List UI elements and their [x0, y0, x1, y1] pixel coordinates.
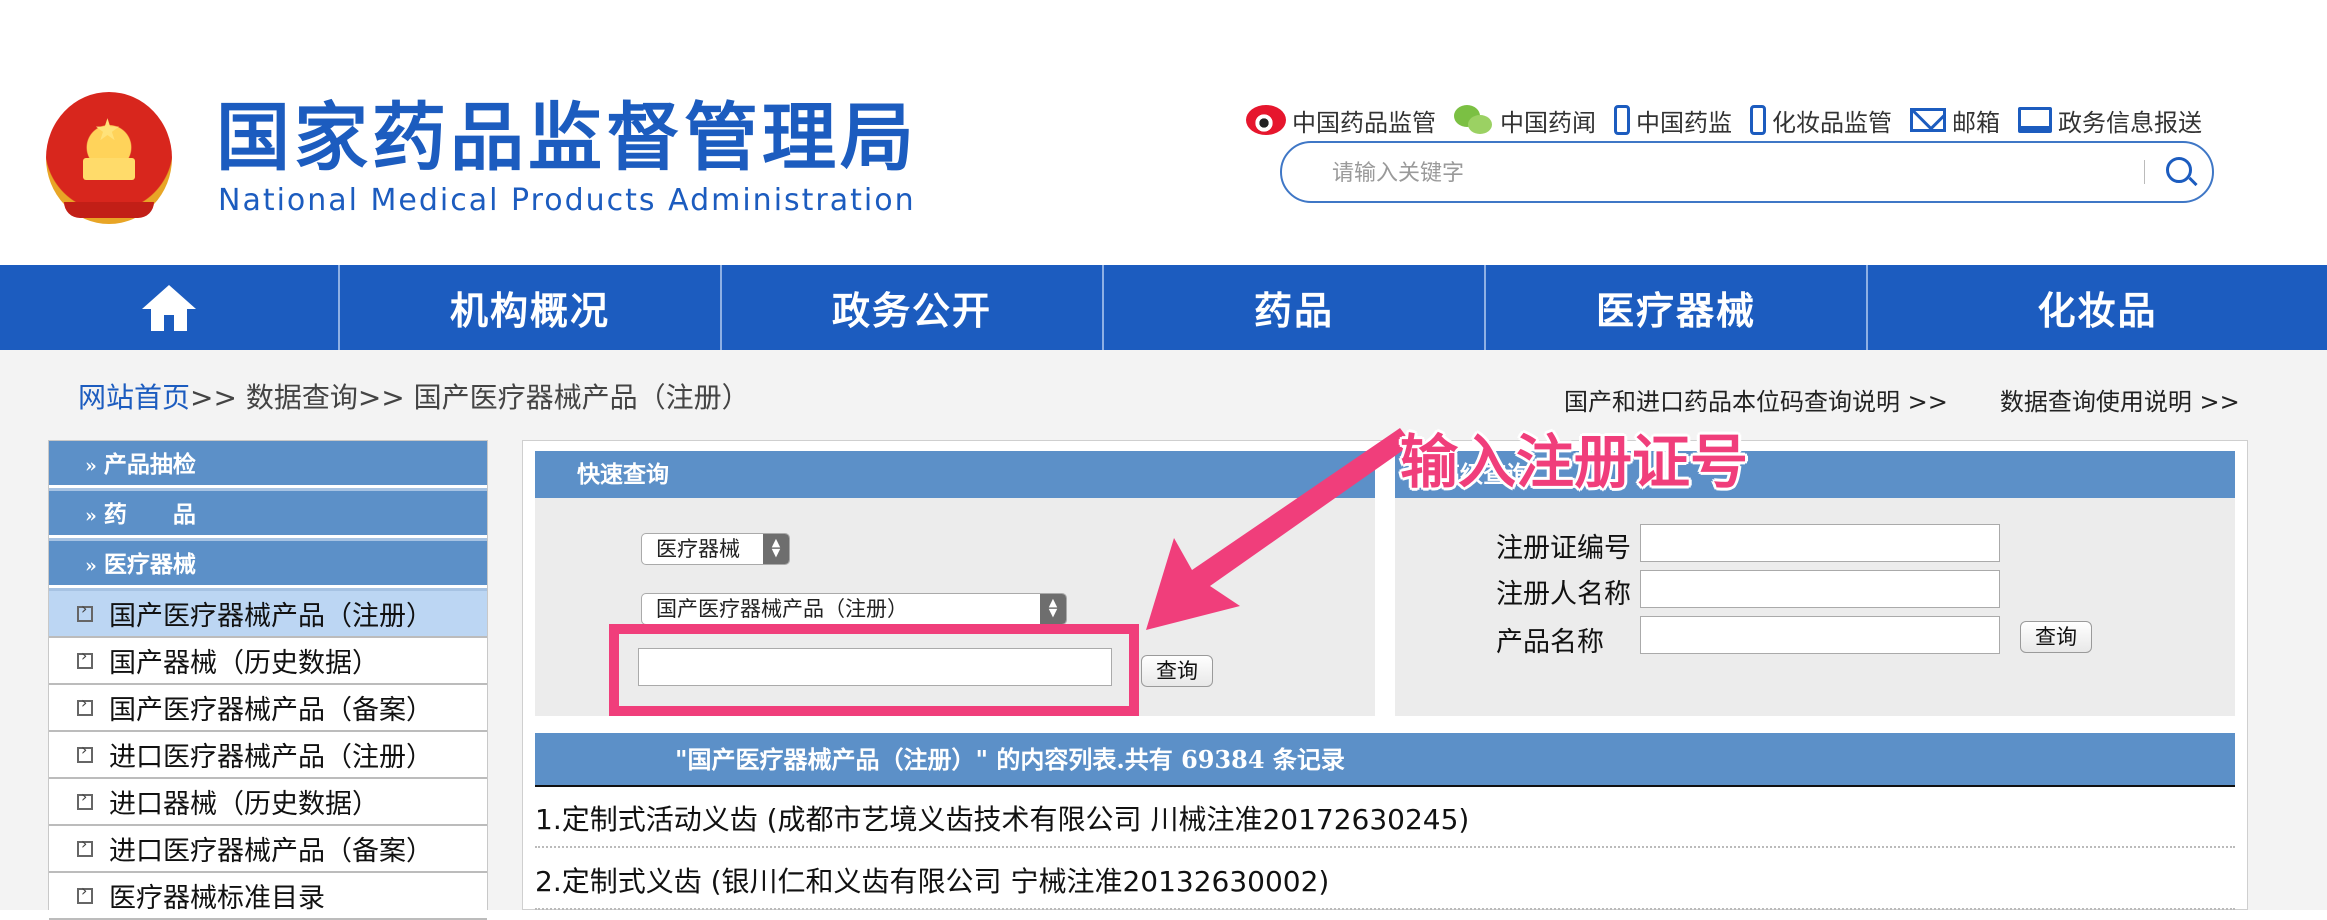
quick-link-mobile-cosmetics[interactable]: 化妆品监管 [1750, 103, 1892, 138]
quick-link-weibo[interactable]: 中国药品监管 [1246, 103, 1436, 138]
annotation-highlight-box [609, 624, 1139, 716]
select-arrows-icon: ▲ ▼ [1040, 594, 1066, 624]
sidebar: »产品抽检 »药 品 »医疗器械 国产医疗器械产品（注册） 国产器械（历史数据）… [48, 440, 488, 920]
reg-cert-no-input[interactable] [1640, 524, 2000, 562]
wechat-icon [1454, 105, 1494, 135]
sidebar-item-import-filed[interactable]: 进口医疗器械产品（备案） [49, 826, 487, 873]
arrow-box-icon [77, 834, 93, 857]
registrant-name-input[interactable] [1640, 570, 2000, 608]
quick-link-wechat[interactable]: 中国药闻 [1454, 103, 1596, 138]
sidebar-item-standards-catalog[interactable]: 医疗器械标准目录 [49, 873, 487, 920]
search-icon[interactable] [2166, 157, 2192, 183]
arrow-box-icon [77, 787, 93, 810]
sidebar-item-import-history[interactable]: 进口器械（历史数据） [49, 779, 487, 826]
search-divider [2144, 160, 2145, 184]
help-links: 国产和进口药品本位码查询说明 >> 数据查询使用说明 >> [1564, 382, 2240, 417]
mail-icon [1910, 108, 1946, 132]
data-query-help-link[interactable]: 数据查询使用说明 >> [2000, 382, 2240, 417]
nav-government-affairs[interactable]: 政务公开 [722, 265, 1104, 350]
mobile-icon [1750, 105, 1766, 135]
quick-links: 中国药品监管 中国药闻 中国药监 化妆品监管 邮箱 政务信息报送 [1246, 102, 2220, 138]
nav-home[interactable] [0, 265, 340, 350]
mobile-icon [1614, 105, 1630, 135]
national-emblem-logo: ★ [46, 92, 172, 224]
sidebar-header-medical-devices[interactable]: » 医疗器械 [49, 541, 487, 588]
quick-link-report[interactable]: 政务信息报送 [2018, 103, 2202, 138]
chevron-double-right-icon: » [85, 505, 97, 527]
site-title-en: National Medical Products Administration [218, 183, 916, 218]
sidebar-item-domestic-history[interactable]: 国产器械（历史数据） [49, 638, 487, 685]
select-arrows-icon: ▲ ▼ [763, 534, 789, 564]
site-title-cn: 国家药品监督管理局 [216, 95, 918, 181]
breadcrumb-home-link[interactable]: 网站首页 [78, 381, 190, 414]
database-select[interactable]: 国产医疗器械产品（注册） ▲ ▼ [641, 593, 1067, 625]
chevron-double-right-icon: » [85, 455, 97, 477]
arrow-box-icon [77, 599, 93, 622]
category-select-value: 医疗器械 [656, 537, 740, 561]
annotation-text: 输入注册证号 [1400, 428, 1749, 496]
product-name-input[interactable] [1640, 616, 2000, 654]
category-select[interactable]: 医疗器械 ▲ ▼ [641, 533, 790, 565]
arrow-box-icon [77, 881, 93, 904]
annotation-arrow-icon [1146, 428, 1412, 630]
home-icon [142, 284, 196, 331]
breadcrumb-path: >> 数据查询>> 国产医疗器械产品（注册） [190, 381, 750, 414]
result-row[interactable]: 2.定制式义齿 (银川仁和义齿有限公司 宁械注准20132630002) [535, 854, 2235, 910]
results-header: "国产医疗器械产品（注册）" 的内容列表.共有 69384 条记录 [535, 733, 2235, 787]
site-search-input[interactable] [1330, 153, 2114, 193]
database-select-value: 国产医疗器械产品（注册） [656, 597, 908, 621]
quick-link-mail[interactable]: 邮箱 [1910, 103, 2000, 138]
main-nav: 机构概况 政务公开 药品 医疗器械 化妆品 [0, 265, 2327, 350]
quick-search-button[interactable]: 查询 [1141, 655, 1213, 687]
drug-code-help-link[interactable]: 国产和进口药品本位码查询说明 >> [1564, 382, 1948, 417]
registrant-name-label: 注册人名称 [1496, 579, 1631, 610]
advanced-search-button[interactable]: 查询 [2020, 621, 2092, 653]
sidebar-header-product-sampling[interactable]: » 产品抽检 [49, 441, 487, 488]
nav-drugs[interactable]: 药品 [1104, 265, 1486, 350]
nav-cosmetics[interactable]: 化妆品 [1868, 265, 2327, 350]
quick-link-mobile-drug[interactable]: 中国药监 [1614, 103, 1732, 138]
sidebar-item-domestic-filed[interactable]: 国产医疗器械产品（备案） [49, 685, 487, 732]
result-row[interactable]: 1.定制式活动义齿 (成都市艺境义齿技术有限公司 川械注准20172630245… [535, 792, 2235, 848]
weibo-icon [1246, 105, 1286, 135]
nav-medical-devices[interactable]: 医疗器械 [1486, 265, 1868, 350]
sidebar-item-domestic-registered[interactable]: 国产医疗器械产品（注册） [49, 591, 487, 638]
arrow-box-icon [77, 646, 93, 669]
site-search-box [1280, 141, 2214, 203]
arrow-box-icon [77, 693, 93, 716]
monitor-icon [2018, 107, 2052, 133]
sidebar-header-drugs[interactable]: » 药 品 [49, 491, 487, 538]
reg-cert-no-label: 注册证编号 [1496, 533, 1631, 564]
nav-organization[interactable]: 机构概况 [340, 265, 722, 350]
sidebar-item-import-registered[interactable]: 进口医疗器械产品（注册） [49, 732, 487, 779]
breadcrumb: 网站首页>> 数据查询>> 国产医疗器械产品（注册） [78, 376, 750, 416]
arrow-box-icon [77, 740, 93, 763]
chevron-double-right-icon: » [85, 555, 97, 577]
product-name-label: 产品名称 [1496, 627, 1604, 658]
